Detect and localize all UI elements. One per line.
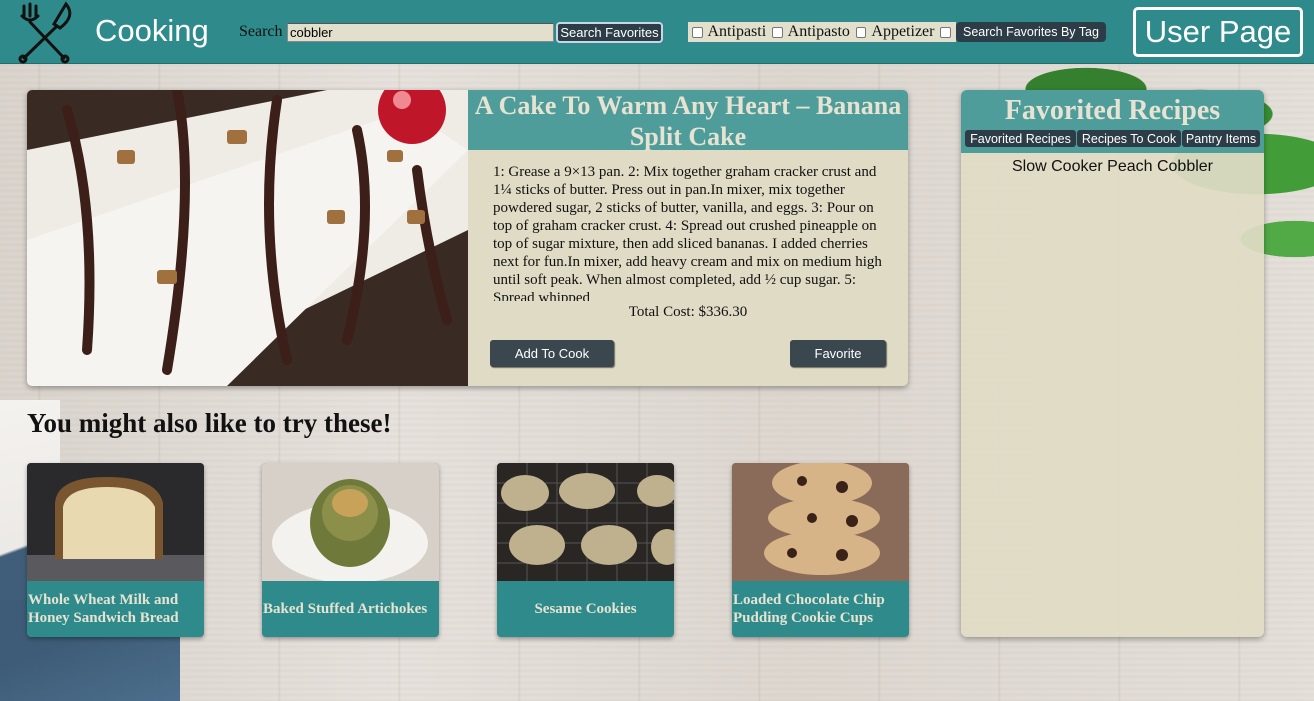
suggestion-title[interactable]: Baked Stuffed Artichokes xyxy=(262,581,439,637)
top-navbar: Cooking Search cobbler Search Favorites … xyxy=(0,0,1314,64)
search-by-tag-button[interactable]: Search Favorites By Tag xyxy=(956,22,1106,42)
featured-recipe-cost: Total Cost: $336.30 xyxy=(628,304,748,320)
tag-checkbox-more[interactable] xyxy=(940,26,951,38)
suggestion-card[interactable]: Whole Wheat Milk and Honey Sandwich Brea… xyxy=(27,463,204,637)
user-page-button[interactable]: User Page xyxy=(1133,7,1303,57)
suggestion-card[interactable]: Baked Stuffed Artichokes xyxy=(262,463,439,637)
suggestion-image-cookie-cups xyxy=(732,463,909,581)
featured-recipe-steps: 1: Grease a 9×13 pan. 2: Mix together gr… xyxy=(493,164,882,301)
favorites-title: Favorited Recipes xyxy=(1004,95,1221,126)
search-favorites-button[interactable]: Search Favorites xyxy=(556,22,663,43)
suggestion-title[interactable]: Whole Wheat Milk and Honey Sandwich Brea… xyxy=(27,581,204,637)
tag-label: Appetizer xyxy=(871,23,935,40)
tab-pantry-items[interactable]: Pantry Items xyxy=(1182,130,1260,147)
featured-recipe-title: A Cake To Warm Any Heart – Banana Split … xyxy=(468,90,908,151)
featured-recipe-card: A Cake To Warm Any Heart – Banana Split … xyxy=(27,90,908,386)
suggestion-title[interactable]: Sesame Cookies xyxy=(497,581,674,637)
suggestion-image-cookies xyxy=(497,463,674,581)
tag-label: Antipasto xyxy=(787,23,850,40)
tag-checkbox-antipasti[interactable] xyxy=(692,26,703,38)
suggestion-title[interactable]: Loaded Chocolate Chip Pudding Cookie Cup… xyxy=(732,581,909,637)
add-to-cook-button[interactable]: Add To Cook xyxy=(490,340,614,367)
favorite-item[interactable]: Slow Cooker Peach Cobbler xyxy=(961,158,1264,176)
suggestion-image-artichoke xyxy=(262,463,439,581)
featured-recipe-image xyxy=(27,90,468,386)
favorite-button[interactable]: Favorite xyxy=(790,340,886,367)
tab-favorited-recipes[interactable]: Favorited Recipes xyxy=(965,130,1076,147)
suggestions-heading: You might also like to try these! xyxy=(27,408,392,438)
search-label: Search xyxy=(239,23,283,40)
tag-filter-list: Antipasti Antipasto Appetizer xyxy=(688,22,956,42)
favorites-panel: Favorited Recipes Favorited Recipes Reci… xyxy=(961,90,1264,637)
suggestion-image-bread xyxy=(27,463,204,581)
tag-checkbox-antipasto[interactable] xyxy=(772,26,783,38)
suggestion-card[interactable]: Sesame Cookies xyxy=(497,463,674,637)
tag-label: Antipasti xyxy=(707,23,767,40)
suggestion-card[interactable]: Loaded Chocolate Chip Pudding Cookie Cup… xyxy=(732,463,909,637)
tag-checkbox-appetizer[interactable] xyxy=(855,26,867,38)
brand-title[interactable]: Cooking xyxy=(95,13,209,49)
search-input[interactable]: cobbler xyxy=(287,23,554,42)
fork-knife-icon[interactable] xyxy=(14,0,80,64)
tab-recipes-to-cook[interactable]: Recipes To Cook xyxy=(1077,130,1181,147)
